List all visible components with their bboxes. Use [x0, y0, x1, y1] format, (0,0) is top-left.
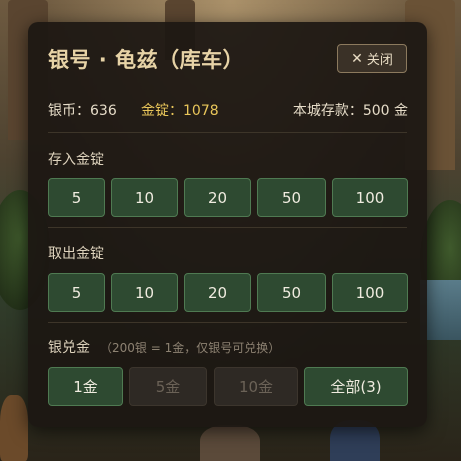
- exchange-1-gold-button[interactable]: 1金: [48, 367, 123, 406]
- bank-dialog: 银号 · 龟兹（库车） ✕ 关闭 银币：636 金锭：1078 本城存款：500…: [28, 22, 427, 427]
- exchange-rate-hint: （200银 = 1金，仅银号可兑换）: [100, 341, 281, 355]
- withdraw-100-button[interactable]: 100: [332, 273, 408, 312]
- close-icon: ✕: [351, 50, 363, 67]
- dialog-title: 银号 · 龟兹（库车）: [48, 48, 245, 72]
- exchange-label: 银兑金: [48, 340, 90, 356]
- withdraw-50-button[interactable]: 50: [257, 273, 326, 312]
- close-label: 关闭: [366, 53, 393, 68]
- exchange-all-button[interactable]: 全部(3): [304, 367, 408, 406]
- scene-merchant: [200, 425, 260, 461]
- deposit-20-button[interactable]: 20: [184, 178, 251, 217]
- exchange-section-label: 银兑金 （200银 = 1金，仅银号可兑换）: [48, 337, 280, 357]
- gold-balance: 金锭：1078: [141, 103, 219, 119]
- city-deposit: 本城存款：500 金: [292, 103, 408, 119]
- deposit-10-button[interactable]: 10: [111, 178, 178, 217]
- withdraw-20-button[interactable]: 20: [184, 273, 251, 312]
- divider: [48, 132, 407, 133]
- exchange-button-row: 1金 5金 10金 全部(3): [48, 367, 408, 406]
- deposit-50-button[interactable]: 50: [257, 178, 326, 217]
- withdraw-5-button[interactable]: 5: [48, 273, 105, 312]
- currency-status: 银币：636 金锭：1078 本城存款：500 金: [48, 100, 408, 120]
- deposit-5-button[interactable]: 5: [48, 178, 105, 217]
- divider: [48, 227, 407, 228]
- withdraw-section-label: 取出金锭: [48, 246, 104, 262]
- deposit-100-button[interactable]: 100: [332, 178, 408, 217]
- withdraw-10-button[interactable]: 10: [111, 273, 178, 312]
- deposit-section-label: 存入金锭: [48, 152, 104, 168]
- exchange-10-gold-button[interactable]: 10金: [214, 367, 298, 406]
- silver-balance: 银币：636: [48, 103, 117, 119]
- close-button[interactable]: ✕ 关闭: [337, 44, 407, 73]
- divider: [48, 322, 407, 323]
- withdraw-button-row: 5 10 20 50 100: [48, 273, 408, 312]
- scene-instrument: [0, 395, 28, 461]
- exchange-5-gold-button[interactable]: 5金: [129, 367, 207, 406]
- deposit-button-row: 5 10 20 50 100: [48, 178, 408, 217]
